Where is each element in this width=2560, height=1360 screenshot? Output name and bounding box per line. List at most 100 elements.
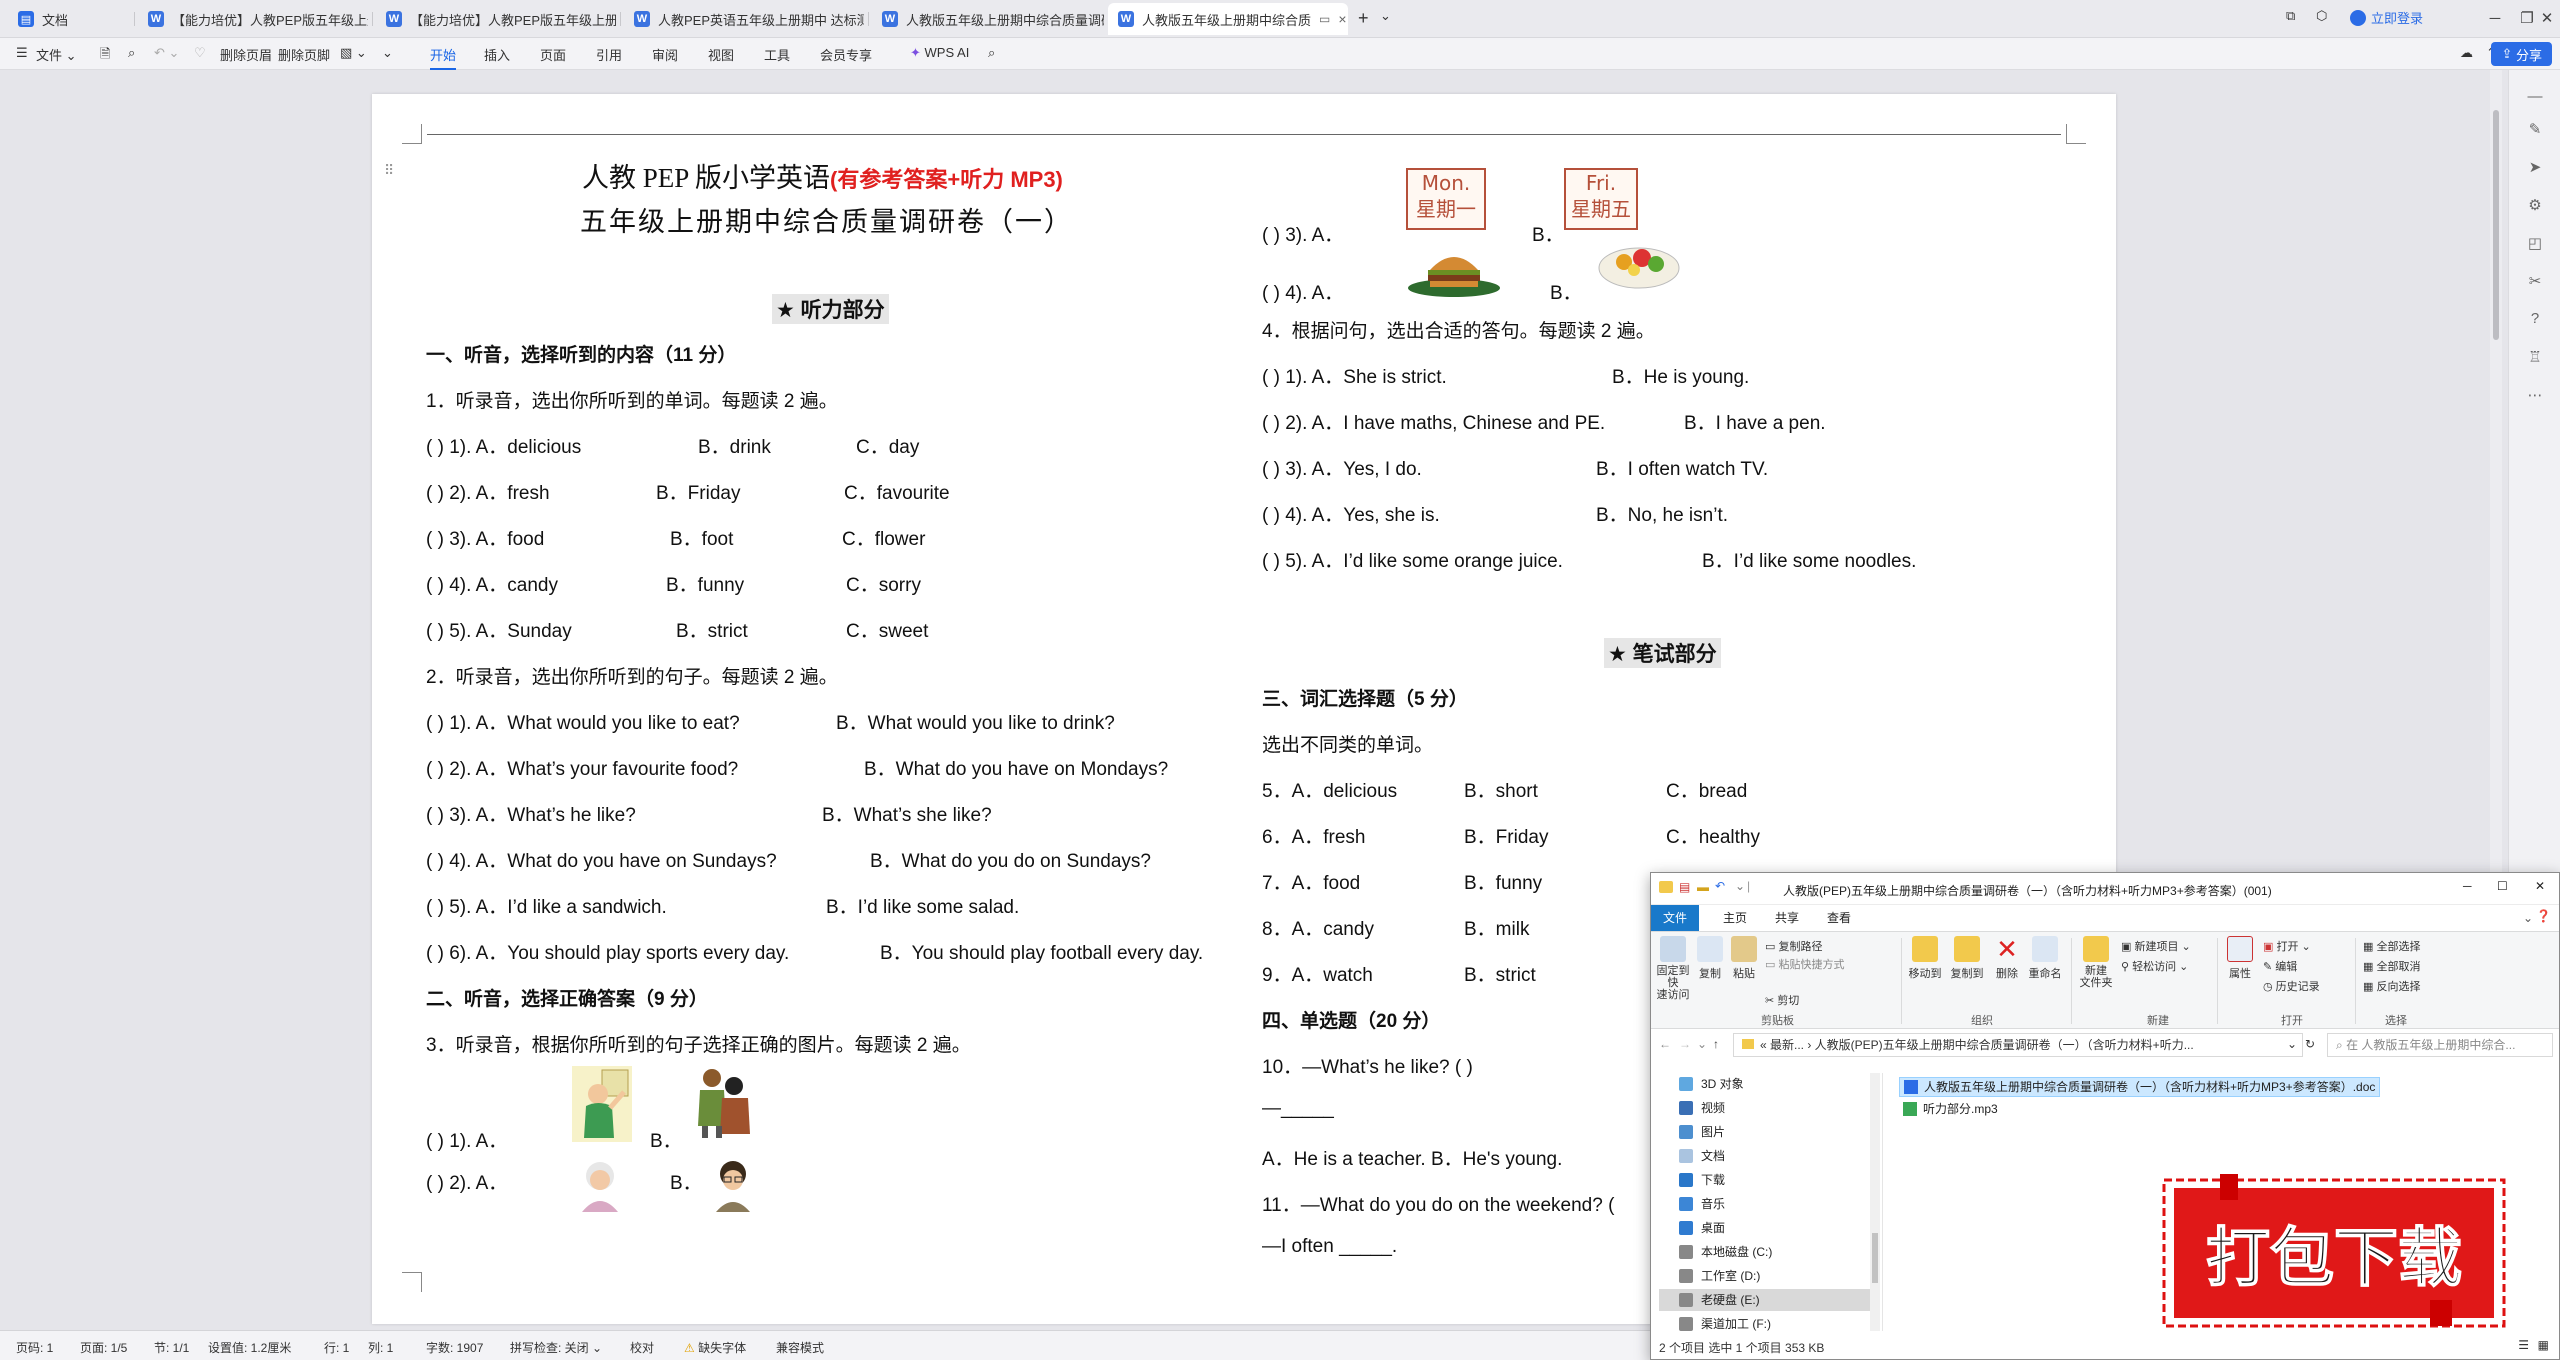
copy-path-button[interactable]: ▭ 复制路径 xyxy=(1765,938,1822,954)
address-bar[interactable]: « 最新... › 人教版(PEP)五年级上册期中综合质量调研卷（一）（含听力材… xyxy=(1733,1033,2303,1057)
tiles-view-icon[interactable]: ▦ xyxy=(2538,1338,2549,1352)
share-button[interactable]: ⇪ 分享 xyxy=(2491,42,2552,66)
properties-button[interactable]: 属性 xyxy=(2225,936,2255,981)
download-package-badge[interactable]: 打包下载 xyxy=(2160,1170,2510,1330)
skin-button[interactable]: ⬡ xyxy=(2316,8,2327,24)
menu-item-reference[interactable]: 引用 xyxy=(596,45,622,64)
chevron-down-icon[interactable]: ⌄ xyxy=(1697,1037,1707,1051)
save-icon[interactable]: 🗎 xyxy=(100,45,110,67)
nav-item-pictures[interactable]: 图片 xyxy=(1679,1121,1725,1143)
tab-doc-active[interactable]: W 人教版五年级上册期中综合质 ▭ × xyxy=(1108,3,1348,35)
folder-icon[interactable]: ▬ xyxy=(1697,880,1709,894)
copy-to-button[interactable]: 复制到 xyxy=(1949,936,1985,981)
scrollbar-thumb[interactable] xyxy=(2493,110,2499,340)
wps-ai-button[interactable]: ✦ WPS AI xyxy=(910,45,969,61)
cursor-icon[interactable]: ➤ xyxy=(2525,158,2545,178)
nav-item-videos[interactable]: 视频 xyxy=(1679,1097,1725,1119)
ribbon-tab-view[interactable]: 查看 xyxy=(1815,905,1863,931)
new-item-button[interactable]: ▣ 新建项目 ⌄ xyxy=(2121,938,2191,954)
nav-item-music[interactable]: 音乐 xyxy=(1679,1193,1725,1215)
menu-item-member[interactable]: 会员专享 xyxy=(820,45,872,64)
minimize-icon[interactable]: ─ xyxy=(2463,879,2472,893)
menu-item-tools[interactable]: 工具 xyxy=(764,45,790,64)
settings-icon[interactable]: ⚙ xyxy=(2525,196,2545,216)
nav-item-drive-d[interactable]: 工作室 (D:) xyxy=(1679,1265,1760,1287)
redo-icon[interactable]: ♡ xyxy=(194,45,206,61)
menu-item-review[interactable]: 审阅 xyxy=(652,45,678,64)
open-button[interactable]: ▣ 打开 ⌄ xyxy=(2263,938,2311,954)
status-proof[interactable]: 校对 xyxy=(630,1339,654,1356)
invert-selection-button[interactable]: ▦ 反向选择 xyxy=(2363,978,2420,994)
hamburger-menu[interactable]: ☰ xyxy=(16,45,28,61)
file-item-doc[interactable]: 人教版五年级上册期中综合质量调研卷（一）（含听力材料+听力MP3+参考答案）.d… xyxy=(1899,1077,2381,1097)
maximize-icon[interactable]: ☐ xyxy=(2497,879,2508,893)
ribbon-tab-home[interactable]: 主页 xyxy=(1711,905,1759,931)
format-icon[interactable]: ▧ ⌄ xyxy=(340,45,367,61)
search-input[interactable]: ⌕ 在 人教版五年级上册期中综合... xyxy=(2327,1033,2553,1057)
scrollbar-thumb[interactable] xyxy=(1872,1233,1878,1283)
nav-item-downloads[interactable]: 下载 xyxy=(1679,1169,1725,1191)
move-to-button[interactable]: 移动到 xyxy=(1907,936,1943,981)
edit-button[interactable]: ✎ 编辑 xyxy=(2263,958,2297,974)
nav-item-documents[interactable]: 文档 xyxy=(1679,1145,1725,1167)
delete-button[interactable]: ✕ 删除 xyxy=(1993,936,2021,981)
cut-button[interactable]: ✂ 剪切 xyxy=(1765,992,1799,1008)
back-icon[interactable]: ← xyxy=(1659,1037,1671,1051)
status-spell[interactable]: 拼写检查: 关闭 ⌄ xyxy=(510,1339,602,1356)
shape-icon[interactable]: ◰ xyxy=(2525,234,2545,254)
file-item-mp3[interactable]: 听力部分.mp3 xyxy=(1899,1099,2002,1119)
undo-icon[interactable]: ↶ ⌄ xyxy=(154,45,179,61)
select-all-button[interactable]: ▦ 全部选择 xyxy=(2363,938,2420,954)
pen-icon[interactable]: ✎ xyxy=(2525,120,2545,140)
nav-item-drive-e[interactable]: 老硬盘 (E:) xyxy=(1659,1289,1873,1311)
new-folder-button[interactable]: 新建 文件夹 xyxy=(2079,936,2113,989)
chevron-down-icon[interactable]: ⌄ xyxy=(2523,911,2533,925)
ribbon-tab-file[interactable]: 文件 xyxy=(1651,905,1700,931)
search-icon[interactable]: ⌕ xyxy=(128,45,135,61)
tab-doc-2[interactable]: W 【能力培优】人教PEP版五年级上册 × xyxy=(376,3,616,35)
ribbon-tab-share[interactable]: 共享 xyxy=(1763,905,1811,931)
refresh-icon[interactable]: ↻ xyxy=(2305,1037,2315,1051)
pdf-icon[interactable]: ▤ xyxy=(1679,880,1690,894)
status-missing-font[interactable]: ⚠ 缺失字体 xyxy=(684,1339,746,1356)
help-icon[interactable]: ❓ xyxy=(2536,909,2551,923)
close-window-button[interactable]: ✕ xyxy=(2532,6,2560,30)
nav-item-drive-f[interactable]: 渠道加工 (F:) xyxy=(1679,1313,1771,1335)
nav-item-drive-c[interactable]: 本地磁盘 (C:) xyxy=(1679,1241,1772,1263)
help-icon[interactable]: ? xyxy=(2525,310,2545,330)
tab-doc-1[interactable]: W 【能力培优】人教PEP版五年级上册英语 xyxy=(138,3,368,35)
rename-button[interactable]: 重命名 xyxy=(2027,936,2063,981)
delete-footer-button[interactable]: 删除页脚 xyxy=(278,45,330,64)
tab-doc-4[interactable]: W 人教版五年级上册期中综合质量调研卷 xyxy=(872,3,1104,35)
new-tab-button[interactable]: + xyxy=(1358,8,1369,29)
status-pages[interactable]: 页面: 1/5 xyxy=(80,1339,127,1356)
menu-item-page[interactable]: 页面 xyxy=(540,45,566,64)
copy-button[interactable]: 复制 xyxy=(1697,936,1723,981)
paste-shortcut-button[interactable]: ▭ 粘贴快捷方式 xyxy=(1765,956,1844,972)
menu-item-start[interactable]: 开始 xyxy=(430,45,457,70)
shirt-icon[interactable]: ♖ xyxy=(2525,348,2545,368)
menu-item-view[interactable]: 视图 xyxy=(708,45,734,64)
tools-icon[interactable]: ✂ xyxy=(2525,272,2545,292)
window-layout-button[interactable]: ⧉ xyxy=(2286,8,2295,24)
more-icon[interactable]: ⋯ xyxy=(2525,386,2545,406)
nav-item-3d[interactable]: 3D 对象 xyxy=(1679,1073,1744,1095)
chevron-down-icon[interactable]: ⌄ xyxy=(2287,1037,2297,1051)
select-none-button[interactable]: ▦ 全部取消 xyxy=(2363,958,2420,974)
more-chevron-icon[interactable]: ⌄ xyxy=(382,45,393,61)
minimize-button[interactable]: ─ xyxy=(2480,6,2510,30)
login-button[interactable]: 立即登录 xyxy=(2350,8,2423,27)
tab-documents[interactable]: ▤ 文档 xyxy=(8,3,128,35)
cloud-icon[interactable]: ☁ xyxy=(2460,45,2473,61)
drag-handle-icon[interactable]: ⠿ xyxy=(384,162,394,179)
status-words[interactable]: 字数: 1907 xyxy=(426,1339,483,1356)
close-icon[interactable]: × xyxy=(1330,11,1346,27)
search-icon[interactable]: ⌕ xyxy=(988,45,995,61)
file-menu[interactable]: 文件 ⌄ xyxy=(36,45,77,64)
history-button[interactable]: ◷ 历史记录 xyxy=(2263,978,2320,994)
tab-doc-3[interactable]: W 人教PEP英语五年级上册期中 达标测 xyxy=(624,3,864,35)
forward-icon[interactable]: → xyxy=(1679,1037,1691,1051)
menu-item-insert[interactable]: 插入 xyxy=(484,45,510,64)
paste-button[interactable]: 粘贴 xyxy=(1729,936,1759,981)
minus-icon[interactable]: — xyxy=(2525,88,2545,108)
